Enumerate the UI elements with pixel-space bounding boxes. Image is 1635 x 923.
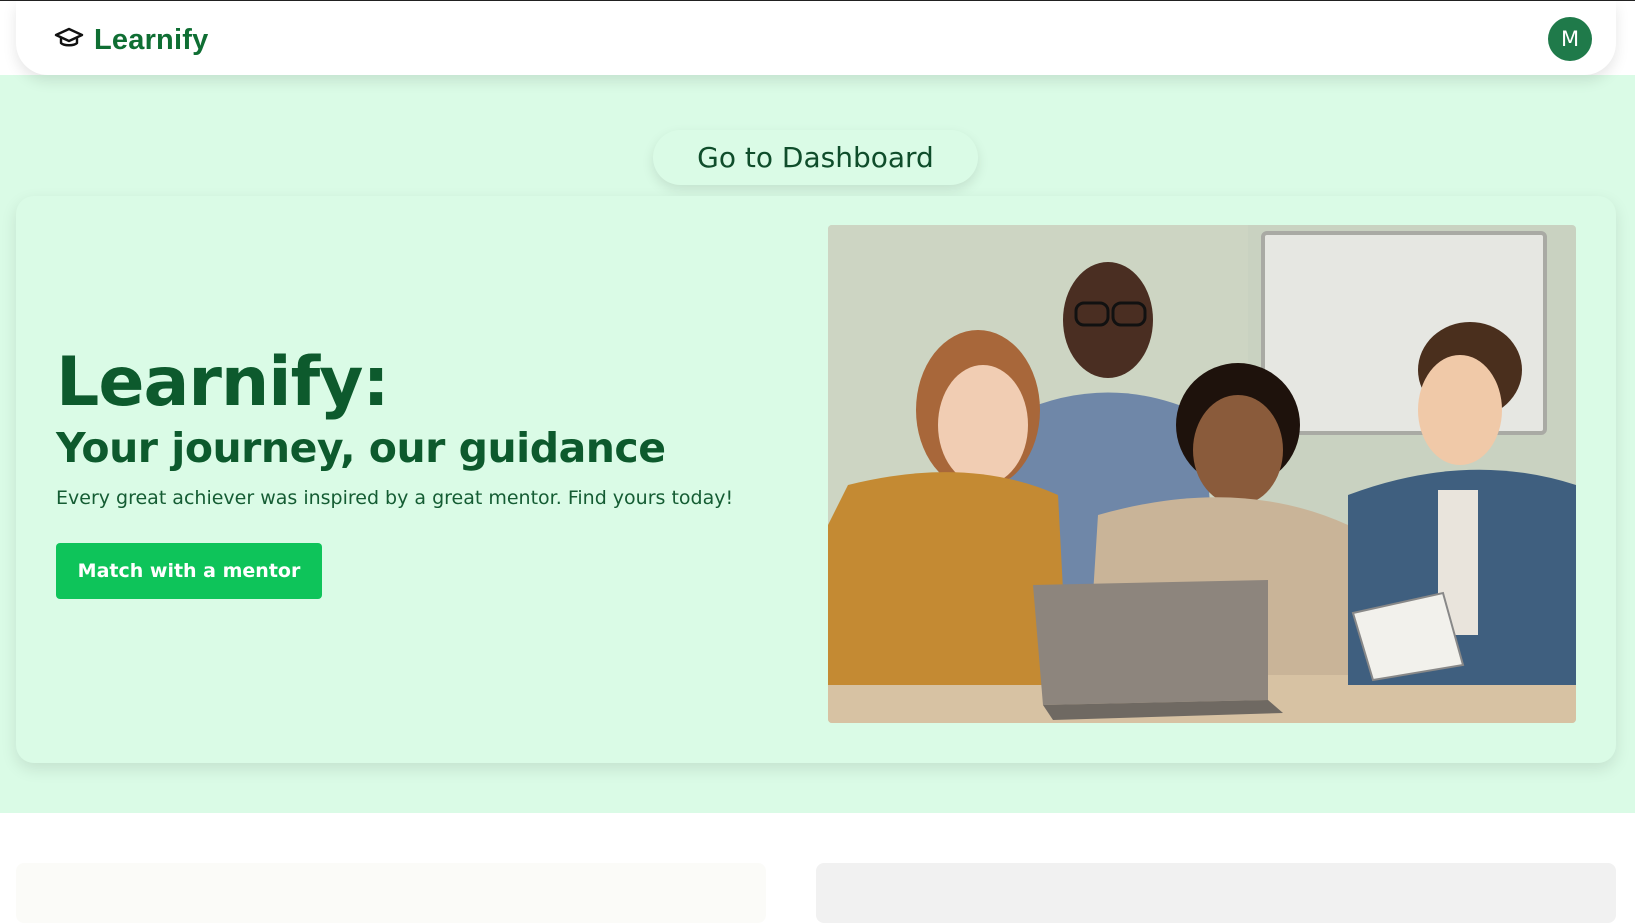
- feature-card-left: [16, 863, 766, 923]
- feature-card-right: [816, 863, 1616, 923]
- hero-title: Learnify:: [56, 343, 390, 422]
- hero-subtitle: Your journey, our guidance: [56, 424, 666, 472]
- brand-logo[interactable]: Learnify: [54, 21, 208, 59]
- go-to-dashboard-button[interactable]: Go to Dashboard: [653, 130, 978, 185]
- top-navbar: Learnify M: [16, 1, 1616, 75]
- hero-image: [828, 225, 1576, 723]
- graduation-cap-icon: [54, 23, 84, 57]
- user-avatar[interactable]: M: [1548, 17, 1592, 61]
- hero-card: Learnify: Your journey, our guidance Eve…: [16, 196, 1616, 763]
- match-with-mentor-button[interactable]: Match with a mentor: [56, 543, 322, 599]
- brand-name: Learnify: [94, 23, 209, 56]
- hero-description: Every great achiever was inspired by a g…: [56, 487, 734, 509]
